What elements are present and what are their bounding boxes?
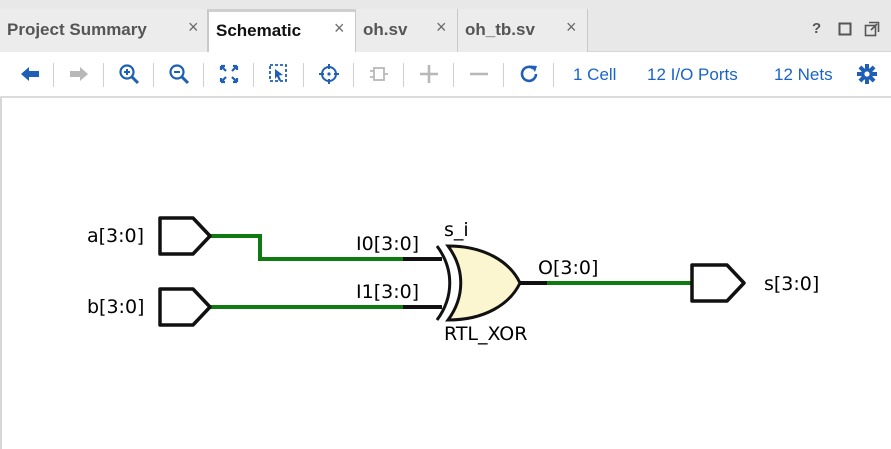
input-port-a[interactable] <box>158 216 212 256</box>
toolbar-separator <box>503 63 504 87</box>
zoom-fit-button[interactable] <box>216 61 242 87</box>
zoom-in-button[interactable] <box>116 61 142 87</box>
tab-oh-sv[interactable]: oh.sv × <box>356 9 458 52</box>
refresh-icon <box>520 65 538 83</box>
arrow-right-icon <box>70 67 88 81</box>
zoom-in-icon <box>119 64 140 85</box>
toolbar-separator <box>353 63 354 87</box>
close-icon[interactable]: × <box>436 17 447 37</box>
input-port-b-label: b[3:0] <box>87 296 145 318</box>
forward-button[interactable] <box>66 61 92 87</box>
tab-oh-tb-sv[interactable]: oh_tb.sv × <box>458 9 588 52</box>
tab-label: Project Summary <box>7 20 147 39</box>
select-center-button[interactable] <box>316 61 342 87</box>
toolbar-separator <box>403 63 404 87</box>
close-icon[interactable]: × <box>188 17 199 37</box>
pin-out-label: O[3:0] <box>538 257 599 279</box>
cells-link[interactable]: 1 Cell <box>573 65 616 85</box>
cell-icon <box>370 67 388 81</box>
cell-instance-label: s_i <box>444 219 469 241</box>
xor-gate-cell[interactable] <box>435 244 522 322</box>
cell-button[interactable] <box>366 61 392 87</box>
toolbar-separator <box>253 63 254 87</box>
zoom-area-button[interactable] <box>266 61 292 87</box>
schematic-canvas[interactable]: a[3:0] b[3:0] s_i I0[3:0] I1[3:0] O[3:0]… <box>0 98 891 449</box>
tab-schematic[interactable]: Schematic × <box>208 9 356 52</box>
zoom-out-button[interactable] <box>166 61 192 87</box>
minus-icon <box>470 72 488 76</box>
tab-bar: Project Summary × Schematic × oh.sv × oh… <box>0 0 891 52</box>
expand-button[interactable] <box>416 61 442 87</box>
back-button[interactable] <box>17 61 43 87</box>
output-port-s[interactable] <box>690 263 746 303</box>
input-port-b[interactable] <box>158 287 212 327</box>
zoom-out-icon <box>169 64 190 85</box>
toolbar-separator <box>553 63 554 87</box>
help-icon[interactable]: ? <box>812 20 821 37</box>
restore-icon[interactable] <box>838 22 852 40</box>
cell-type-label: RTL_XOR <box>444 323 528 345</box>
gear-icon <box>857 64 877 84</box>
tab-label: Schematic <box>216 21 302 40</box>
tab-label: oh_tb.sv <box>465 20 535 39</box>
collapse-button[interactable] <box>466 61 492 87</box>
maximize-icon[interactable] <box>864 21 880 41</box>
settings-button[interactable] <box>854 61 880 87</box>
zoom-area-icon <box>269 64 287 82</box>
refresh-button[interactable] <box>516 61 542 87</box>
arrow-left-icon <box>21 67 39 81</box>
schematic-diagram <box>158 216 746 327</box>
plus-icon <box>420 65 438 83</box>
nets-link[interactable]: 12 Nets <box>774 65 833 85</box>
io-ports-link[interactable]: 12 I/O Ports <box>647 65 738 85</box>
close-icon[interactable]: × <box>334 18 345 38</box>
toolbar-separator <box>153 63 154 87</box>
toolbar-separator <box>203 63 204 87</box>
pin-i0-label: I0[3:0] <box>356 233 420 255</box>
input-port-a-label: a[3:0] <box>87 225 145 247</box>
tab-project-summary[interactable]: Project Summary × <box>0 9 208 52</box>
crosshair-icon <box>319 64 339 84</box>
toolbar-separator <box>453 63 454 87</box>
zoom-fit-icon <box>219 64 239 84</box>
toolbar-separator <box>103 63 104 87</box>
canvas-border <box>0 98 2 449</box>
toolbar-separator <box>53 63 54 87</box>
toolbar-separator <box>303 63 304 87</box>
pin-i1-label: I1[3:0] <box>356 281 420 303</box>
output-port-s-label: s[3:0] <box>764 273 820 295</box>
tab-label: oh.sv <box>363 20 408 39</box>
close-icon[interactable]: × <box>566 17 577 37</box>
schematic-toolbar: 1 Cell 12 I/O Ports 12 Nets <box>0 52 891 98</box>
